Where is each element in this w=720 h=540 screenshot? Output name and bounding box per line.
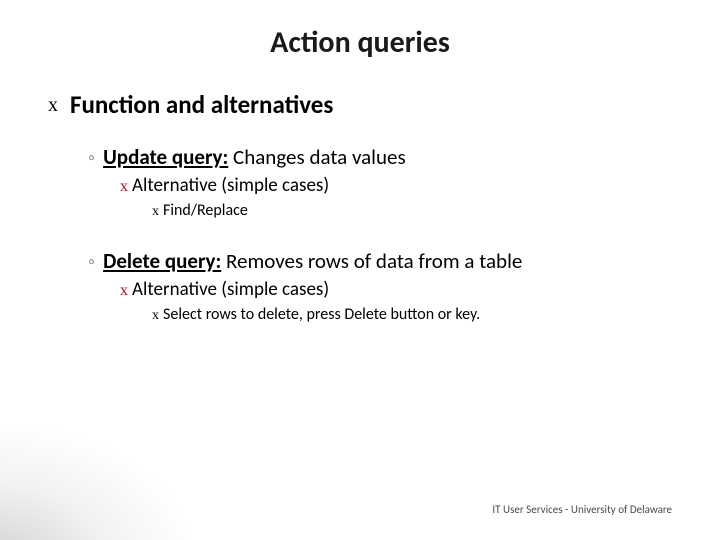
update-detail-text: Find/Replace [163, 201, 248, 220]
heading-row: x Function and alternatives [48, 89, 672, 120]
swirl-bullet-icon: x [120, 178, 128, 196]
heading-text: Function and alternatives [70, 89, 333, 120]
section-delete: ◦ Delete query: Removes rows of data fro… [48, 248, 672, 324]
update-alt-text: Alternative (simple cases) [132, 174, 329, 197]
swirl-bullet-icon: x [152, 308, 159, 324]
update-query-desc: Changes data values [228, 144, 405, 170]
delete-query-desc: Removes rows of data from a table [221, 248, 522, 274]
delete-query-label: Delete query: Removes rows of data from … [103, 248, 522, 274]
circle-bullet-icon: ◦ [88, 250, 95, 274]
swirl-bullet-icon: x [120, 282, 128, 300]
circle-bullet-icon: ◦ [88, 146, 95, 170]
list-item: x Alternative (simple cases) [120, 278, 672, 301]
slide: Action queries x Function and alternativ… [0, 0, 720, 540]
footer-text: IT User Services - University of Delawar… [492, 503, 672, 516]
slide-title: Action queries [48, 24, 672, 61]
section-update: ◦ Update query: Changes data values x Al… [48, 144, 672, 220]
list-item: x Find/Replace [152, 201, 672, 220]
update-query-term: Update query: [103, 144, 228, 170]
delete-query-term: Delete query: [103, 248, 221, 274]
delete-alt-text: Alternative (simple cases) [132, 278, 329, 301]
list-item: ◦ Update query: Changes data values [88, 144, 672, 170]
list-item: x Select rows to delete, press Delete bu… [152, 305, 672, 324]
list-item: ◦ Delete query: Removes rows of data fro… [88, 248, 672, 274]
delete-detail-text: Select rows to delete, press Delete butt… [163, 305, 480, 324]
update-query-label: Update query: Changes data values [103, 144, 406, 170]
heading-bullet-icon: x [48, 91, 58, 119]
decorative-corner-glow [0, 420, 200, 540]
swirl-bullet-icon: x [152, 204, 159, 220]
list-item: x Alternative (simple cases) [120, 174, 672, 197]
